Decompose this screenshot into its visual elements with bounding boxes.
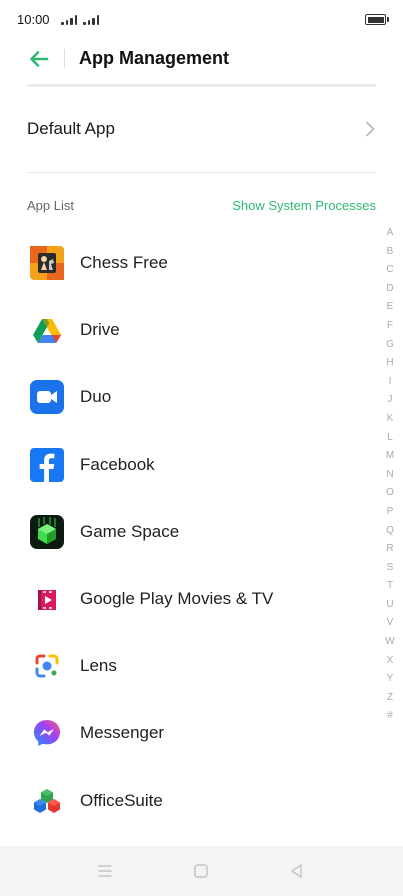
- navigation-bar: [0, 846, 403, 896]
- show-system-processes-link[interactable]: Show System Processes: [232, 198, 376, 213]
- list-item[interactable]: Google Play Movies & TV: [0, 566, 380, 633]
- chess-free-icon: [30, 246, 64, 280]
- signal-icon: [61, 14, 77, 25]
- index-letter[interactable]: E: [380, 298, 400, 317]
- list-item[interactable]: Facebook: [0, 432, 380, 499]
- signal-icon: [83, 14, 99, 25]
- default-app-label: Default App: [27, 119, 115, 138]
- list-item[interactable]: OfficeSuite: [0, 768, 380, 835]
- divider: [27, 172, 376, 173]
- index-letter[interactable]: D: [380, 280, 400, 299]
- app-name: Game Space: [80, 521, 180, 541]
- game-space-icon: [30, 514, 64, 549]
- index-letter[interactable]: M: [380, 447, 400, 466]
- status-time: 10:00: [17, 12, 50, 27]
- index-letter[interactable]: S: [380, 559, 400, 578]
- menu-icon[interactable]: [95, 861, 115, 881]
- back-button[interactable]: [28, 48, 50, 70]
- officesuite-icon: [30, 784, 64, 818]
- alphabet-index[interactable]: A B C D E F G H I J K L M N O P Q R S T …: [380, 224, 400, 726]
- app-name: Facebook: [80, 454, 155, 474]
- drive-icon: [30, 313, 64, 347]
- divider: [27, 84, 376, 87]
- app-name: Google Play Movies & TV: [80, 588, 274, 608]
- index-letter[interactable]: P: [380, 503, 400, 522]
- list-item[interactable]: Drive: [0, 297, 380, 364]
- index-letter[interactable]: A: [380, 224, 400, 243]
- index-letter[interactable]: U: [380, 596, 400, 615]
- list-item[interactable]: Lens: [0, 633, 380, 700]
- back-arrow-icon: [30, 51, 49, 67]
- index-letter[interactable]: L: [380, 429, 400, 448]
- index-letter[interactable]: X: [380, 652, 400, 671]
- list-item[interactable]: Messenger: [0, 700, 380, 767]
- index-letter[interactable]: I: [380, 373, 400, 392]
- chevron-right-icon: [366, 121, 375, 137]
- index-letter[interactable]: Z: [380, 689, 400, 708]
- app-name: Drive: [80, 320, 120, 340]
- play-movies-icon: [30, 582, 64, 616]
- index-letter[interactable]: W: [380, 633, 400, 652]
- messenger-icon: [30, 716, 64, 750]
- back-triangle-icon[interactable]: [287, 861, 307, 881]
- app-name: Chess Free: [80, 253, 168, 272]
- index-letter[interactable]: R: [380, 540, 400, 559]
- app-name: OfficeSuite: [80, 790, 163, 810]
- list-item[interactable]: Duo: [0, 364, 380, 431]
- app-name: Duo: [80, 387, 112, 407]
- header: App Management: [0, 40, 403, 78]
- home-icon[interactable]: [191, 861, 211, 881]
- index-letter[interactable]: B: [380, 243, 400, 262]
- index-letter[interactable]: K: [380, 410, 400, 429]
- index-letter[interactable]: N: [380, 466, 400, 485]
- list-item[interactable]: Game Space: [0, 499, 380, 566]
- app-list-header: App List: [27, 198, 74, 213]
- index-letter[interactable]: Q: [380, 522, 400, 541]
- index-letter[interactable]: V: [380, 614, 400, 633]
- facebook-icon: [30, 447, 64, 482]
- duo-icon: [30, 380, 64, 415]
- battery-icon: [365, 14, 386, 25]
- page-title: App Management: [79, 48, 230, 68]
- index-letter[interactable]: #: [380, 707, 400, 726]
- lens-icon: [30, 649, 64, 683]
- app-list: Chess Free Drive Duo Facebook Game Space…: [0, 230, 380, 835]
- index-letter[interactable]: C: [380, 261, 400, 280]
- index-letter[interactable]: O: [380, 484, 400, 503]
- app-name: Lens: [80, 656, 117, 676]
- index-letter[interactable]: G: [380, 336, 400, 355]
- list-item[interactable]: Chess Free: [0, 230, 380, 297]
- index-letter[interactable]: F: [380, 317, 400, 336]
- status-bar: 10:00: [0, 0, 403, 40]
- index-letter[interactable]: T: [380, 577, 400, 596]
- default-app-item[interactable]: Default App: [0, 95, 403, 165]
- index-letter[interactable]: J: [380, 391, 400, 410]
- app-name: Messenger: [80, 723, 165, 743]
- index-letter[interactable]: Y: [380, 670, 400, 689]
- index-letter[interactable]: H: [380, 354, 400, 373]
